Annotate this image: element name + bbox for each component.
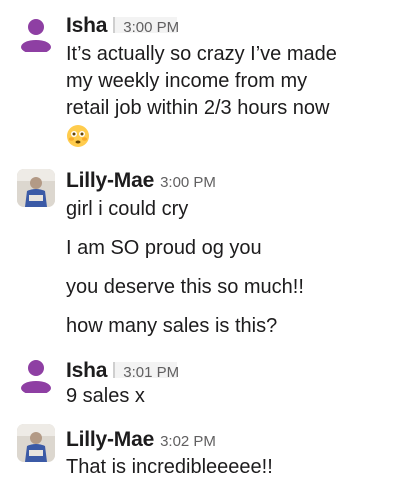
message-text: retail job within 2/3 hours now: [66, 97, 330, 119]
sender-name[interactable]: Isha: [66, 359, 107, 382]
message-text: you deserve this so much!!: [66, 276, 304, 298]
message-text: I am SO proud og you: [66, 237, 262, 259]
message-text: girl i could cry: [66, 198, 189, 220]
message-timestamp[interactable]: 3:01 PM: [123, 364, 179, 381]
flushed-face-icon: [66, 124, 90, 148]
user-avatar[interactable]: [17, 14, 55, 52]
message-text: That is incredibleeeee!!: [66, 456, 273, 478]
message-text: my weekly income from my: [66, 70, 308, 92]
message-text: 9 sales x: [66, 385, 145, 407]
photo-avatar-icon: [17, 169, 55, 207]
message-timestamp[interactable]: 3:02 PM: [160, 433, 216, 450]
default-user-avatar-icon: [21, 360, 51, 393]
user-avatar[interactable]: [17, 169, 55, 207]
message-timestamp[interactable]: 3:00 PM: [160, 174, 216, 191]
user-avatar[interactable]: [17, 355, 55, 393]
default-user-avatar-icon: [21, 19, 51, 52]
sender-name[interactable]: Lilly-Mae: [66, 428, 154, 451]
sender-name[interactable]: Lilly-Mae: [66, 169, 154, 192]
message-text: how many sales is this?: [66, 315, 278, 337]
sender-name[interactable]: Isha: [66, 14, 107, 37]
photo-avatar-icon: [17, 424, 55, 462]
message-timestamp[interactable]: 3:00 PM: [123, 19, 179, 36]
user-avatar[interactable]: [17, 424, 55, 462]
message-text: It’s actually so crazy I’ve made: [66, 43, 337, 65]
